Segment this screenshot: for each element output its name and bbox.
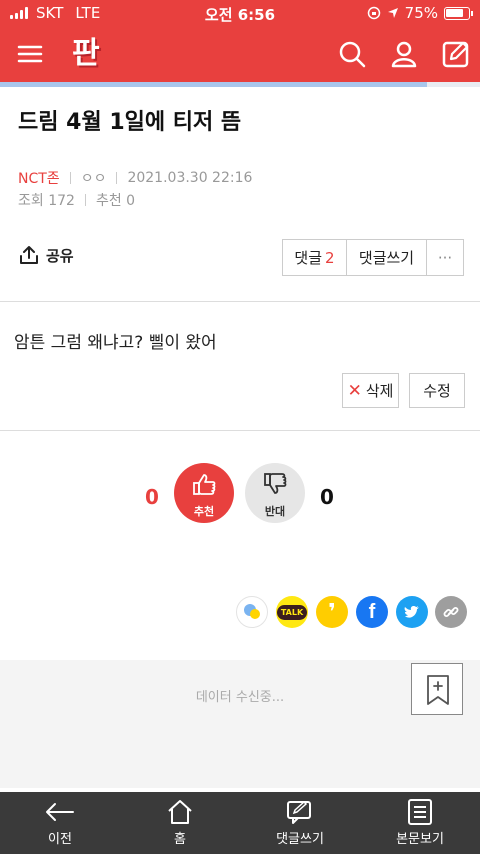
post-body: 암튼 그럼 왜냐고? 삘이 왔어 [14, 333, 217, 353]
loading-text: 데이터 수신중... [195, 690, 285, 705]
edit-button[interactable]: 수정 [409, 373, 465, 408]
menu-icon[interactable] [14, 38, 46, 70]
comments-area [0, 660, 480, 788]
home-icon [168, 800, 192, 824]
divider [0, 430, 480, 431]
orientation-lock-icon [367, 6, 380, 20]
link-icon [443, 607, 459, 617]
facebook-share-button[interactable]: f [356, 596, 388, 628]
comments-count: 2 [325, 248, 335, 267]
kakaostory-icon [244, 604, 260, 619]
bookmark-add-icon [427, 675, 449, 705]
post-meta: NCT존 ㅇㅇ 2021.03.30 22:16 [18, 168, 252, 188]
thumbs-down-icon [264, 473, 287, 494]
thumbs-up-icon [193, 474, 216, 495]
nav-view-post-label: 본문보기 [396, 832, 444, 847]
status-bar: SKT LTE 오전 6:56 75% [0, 0, 480, 26]
document-icon [408, 799, 432, 825]
reading-progress-bar [0, 82, 480, 87]
comment-edit-icon [287, 800, 311, 824]
bottom-nav: 이전 홈 댓글쓰기 본문보기 [0, 792, 480, 854]
arrow-left-icon [46, 803, 74, 821]
app-logo[interactable]: 판 [72, 34, 108, 74]
nav-home-label: 홈 [174, 832, 186, 847]
downvote-label: 반대 [264, 505, 286, 518]
upvote-count: 0 [145, 485, 159, 509]
nav-write-comment[interactable]: 댓글쓰기 [240, 792, 360, 854]
upvote-button[interactable]: 추천 [174, 463, 234, 523]
kakaostory-share-button[interactable] [236, 596, 268, 628]
close-icon: ✕ [347, 380, 362, 401]
twitter-icon [404, 606, 419, 618]
location-icon [387, 8, 398, 18]
facebook-icon: f [368, 600, 376, 623]
comment-button-group: 댓글 2 댓글쓰기 ··· [282, 239, 464, 276]
share-icon [20, 246, 38, 264]
upvote-label: 추천 [193, 505, 215, 518]
downvote-count: 0 [320, 485, 334, 509]
app-bar: 판 [0, 26, 480, 82]
share-label: 공유 [46, 246, 74, 265]
twitter-share-button[interactable] [396, 596, 428, 628]
view-count: 조회 172 [18, 193, 75, 209]
share-button[interactable]: 공유 [18, 244, 74, 266]
battery-percent: 75% [404, 4, 438, 22]
search-icon[interactable] [336, 38, 368, 70]
comments-button[interactable]: 댓글 2 [283, 240, 347, 275]
status-right: 75% [367, 4, 473, 22]
kakaopage-share-button[interactable]: ❜ [316, 596, 348, 628]
nav-back-label: 이전 [48, 832, 72, 847]
post-datetime: 2021.03.30 22:16 [127, 170, 253, 186]
kakaotalk-icon: TALK [276, 604, 308, 620]
nav-write-comment-label: 댓글쓰기 [276, 832, 324, 847]
recommend-count: 추천 0 [95, 193, 136, 209]
post-title: 드림 4월 1일에 티저 뜸 [18, 110, 242, 135]
post-stats: 조회 172 추천 0 [18, 190, 135, 210]
post-author: ㅇㅇ [80, 171, 107, 187]
nav-view-post[interactable]: 본문보기 [360, 792, 480, 854]
delete-label: 삭제 [365, 382, 394, 400]
kakaopage-icon: ❜ [328, 599, 336, 625]
kakaotalk-share-button[interactable]: TALK [276, 596, 308, 628]
bookmark-button[interactable] [411, 663, 463, 715]
write-comment-button[interactable]: 댓글쓰기 [347, 240, 427, 275]
battery-icon [444, 6, 473, 20]
comments-label: 댓글 [294, 249, 323, 267]
user-icon[interactable] [388, 38, 420, 70]
edit-icon[interactable] [440, 38, 472, 70]
delete-button[interactable]: ✕ 삭제 [342, 373, 399, 408]
nav-back[interactable]: 이전 [0, 792, 120, 854]
copy-link-button[interactable] [435, 596, 467, 628]
more-button[interactable]: ··· [427, 240, 463, 275]
post-category[interactable]: NCT존 [18, 168, 60, 188]
divider [0, 301, 480, 302]
downvote-button[interactable]: 반대 [245, 463, 305, 523]
nav-home[interactable]: 홈 [120, 792, 240, 854]
